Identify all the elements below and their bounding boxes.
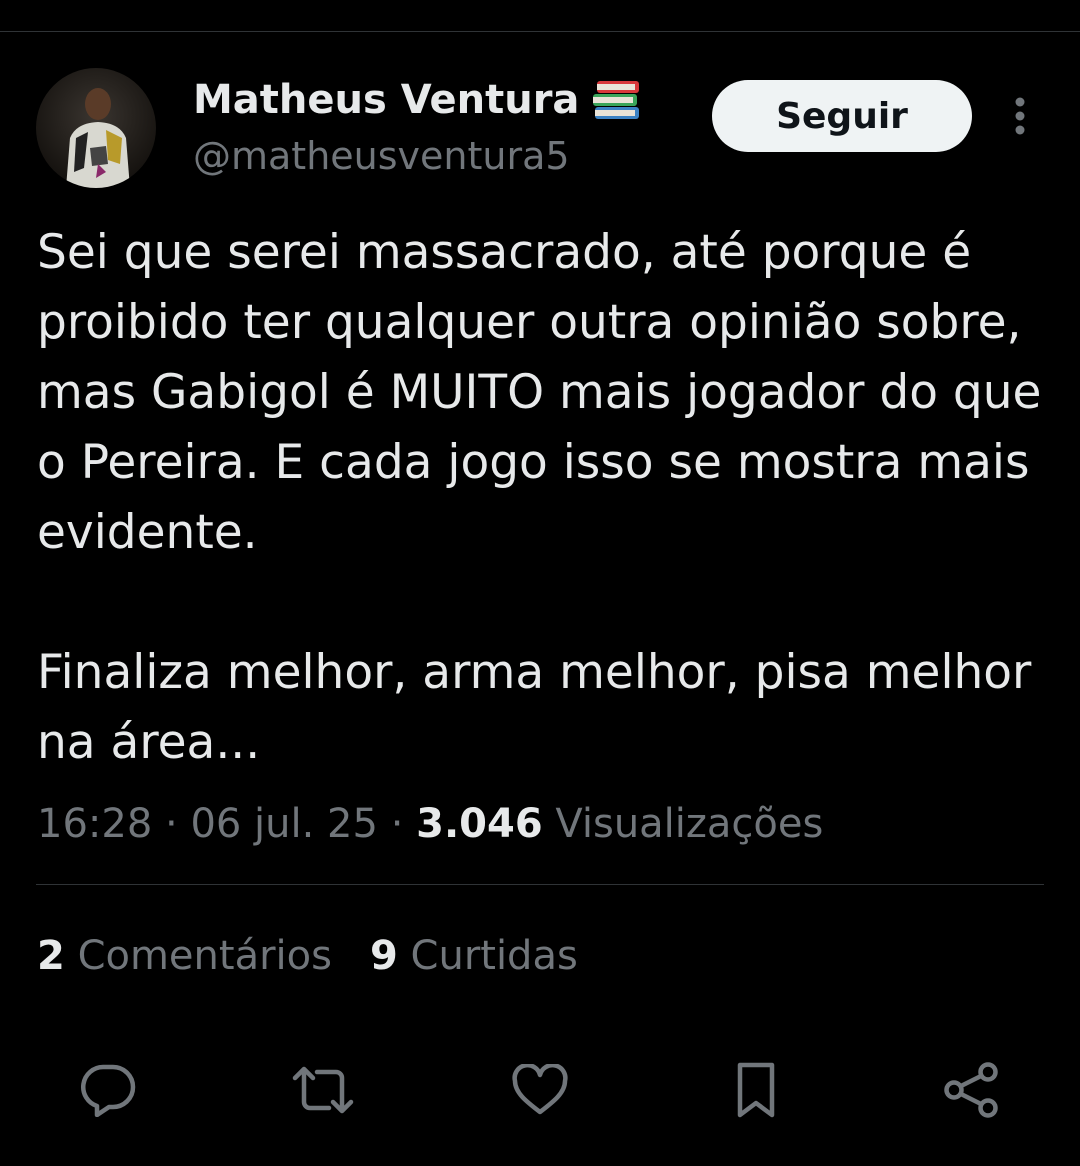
share-button[interactable] — [939, 1058, 1003, 1122]
meta-separator: · — [165, 801, 178, 847]
tweet-date[interactable]: 06 jul. 25 — [190, 801, 378, 847]
bookmark-icon — [737, 1062, 775, 1118]
author-handle[interactable]: @matheusventura5 — [193, 134, 570, 178]
stats-divider — [36, 884, 1044, 885]
retweet-button[interactable] — [291, 1058, 355, 1122]
comments-count: 2 — [37, 933, 65, 979]
more-vertical-icon — [1015, 97, 1025, 135]
top-divider — [0, 31, 1080, 32]
avatar[interactable] — [36, 68, 156, 188]
like-icon — [512, 1064, 568, 1115]
author-name[interactable]: Matheus Ventura — [193, 77, 579, 123]
tweet-paragraph-1: Sei que serei massacrado, até porque é p… — [37, 225, 1042, 560]
more-options-button[interactable] — [1000, 92, 1040, 140]
tweet-time[interactable]: 16:28 — [37, 801, 152, 847]
like-button[interactable] — [508, 1058, 572, 1122]
meta-separator: · — [390, 801, 404, 847]
likes-stat[interactable]: 9 Curtidas — [370, 928, 578, 984]
likes-label: Curtidas — [410, 933, 578, 979]
reply-button[interactable] — [76, 1058, 140, 1122]
views-count[interactable]: 3.046 — [416, 801, 543, 847]
views-label[interactable]: Visualizações — [555, 801, 823, 847]
books-icon — [589, 77, 643, 123]
tweet-text: Sei que serei massacrado, até porque é p… — [37, 218, 1047, 778]
author-name-row[interactable]: Matheus Ventura — [193, 77, 643, 123]
tweet-paragraph-2: Finaliza melhor, arma melhor, pisa melho… — [37, 645, 1032, 770]
share-icon — [944, 1062, 998, 1118]
action-bar — [0, 1058, 1080, 1122]
bookmark-button[interactable] — [724, 1058, 788, 1122]
comments-label: Comentários — [77, 933, 332, 979]
engagement-stats: 2 Comentários 9 Curtidas — [37, 928, 616, 984]
retweet-icon — [292, 1066, 354, 1114]
comments-stat[interactable]: 2 Comentários — [37, 928, 332, 984]
follow-button[interactable]: Seguir — [712, 80, 972, 152]
likes-count: 9 — [369, 933, 398, 979]
tweet-meta: 16:28 · 06 jul. 25 · 3.046 Visualizações — [37, 796, 823, 852]
reply-icon — [81, 1064, 136, 1117]
